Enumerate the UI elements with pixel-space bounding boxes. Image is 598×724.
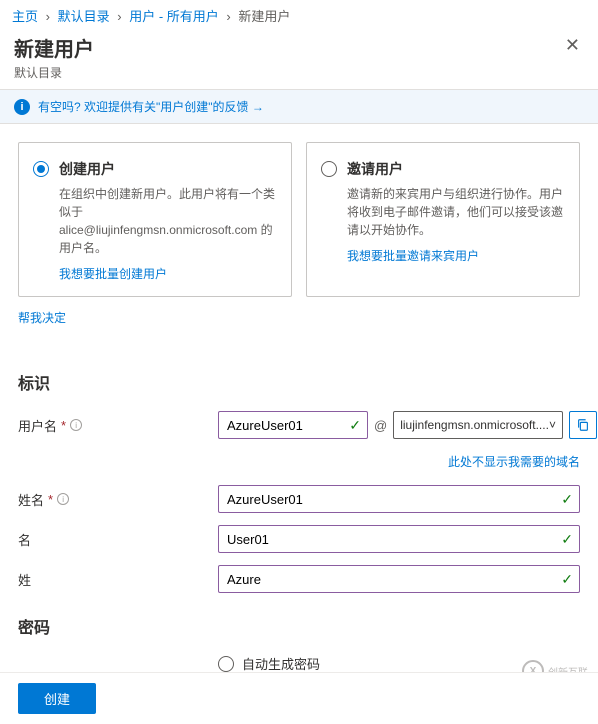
feedback-link[interactable]: 有空吗? 欢迎提供有关"用户创建"的反馈 → xyxy=(38,98,264,115)
username-input-wrap: ✓ xyxy=(218,411,368,439)
pwd-auto-label: 自动生成密码 xyxy=(242,654,320,673)
breadcrumb-current: 新建用户 xyxy=(238,9,290,24)
row-username: 用户名* i ✓ @ liujinfengmsn.onmicrosoft....… xyxy=(18,410,580,440)
breadcrumb-home[interactable]: 主页 xyxy=(12,9,38,24)
copy-button[interactable] xyxy=(569,411,597,439)
name-input[interactable] xyxy=(227,492,551,507)
radio-icon xyxy=(33,161,49,177)
invite-user-title: 邀请用户 xyxy=(347,159,565,179)
page-title: 新建用户 xyxy=(14,33,94,62)
check-icon: ✓ xyxy=(349,417,361,434)
close-icon[interactable]: ✕ xyxy=(561,33,584,58)
user-option-cards: 创建用户 在组织中创建新用户。此用户将有一个类似于 alice@liujinfe… xyxy=(18,142,580,297)
username-input[interactable] xyxy=(227,418,339,433)
chevron-down-icon: ˅ xyxy=(549,418,556,432)
create-user-desc: 在组织中创建新用户。此用户将有一个类似于 alice@liujinfengmsn… xyxy=(59,185,277,257)
page-header: 新建用户 默认目录 ✕ xyxy=(0,31,598,89)
check-icon: ✓ xyxy=(561,571,573,588)
breadcrumb-sep: › xyxy=(117,9,121,24)
label-name: 姓名* i xyxy=(18,490,218,509)
breadcrumb-directory[interactable]: 默认目录 xyxy=(58,9,110,24)
main-content: 创建用户 在组织中创建新用户。此用户将有一个类似于 alice@liujinfe… xyxy=(0,124,598,678)
row-givenname: 名 ✓ xyxy=(18,524,580,554)
label-username: 用户名* i xyxy=(18,416,218,435)
row-surname: 姓 ✓ xyxy=(18,564,580,594)
bulk-create-link[interactable]: 我想要批量创建用户 xyxy=(59,267,167,281)
givenname-input-wrap: ✓ xyxy=(218,525,580,553)
breadcrumb: 主页 › 默认目录 › 用户 - 所有用户 › 新建用户 xyxy=(0,0,598,31)
check-icon: ✓ xyxy=(561,531,573,548)
invite-user-desc: 邀请新的来宾用户与组织进行协作。用户将收到电子邮件邀请，他们可以接受该邀请以开始… xyxy=(347,185,565,239)
section-identity: 标识 xyxy=(18,370,580,394)
feedback-banner: i 有空吗? 欢迎提供有关"用户创建"的反馈 → xyxy=(0,89,598,124)
label-surname: 姓 xyxy=(18,570,218,589)
section-password: 密码 xyxy=(18,614,580,638)
create-button[interactable]: 创建 xyxy=(18,683,96,714)
name-input-wrap: ✓ xyxy=(218,485,580,513)
breadcrumb-sep: › xyxy=(226,9,230,24)
check-icon: ✓ xyxy=(561,491,573,508)
breadcrumb-sep: › xyxy=(46,9,50,24)
info-icon: i xyxy=(14,99,30,115)
radio-icon xyxy=(218,656,234,672)
row-name: 姓名* i ✓ xyxy=(18,484,580,514)
info-icon[interactable]: i xyxy=(70,419,82,431)
surname-input-wrap: ✓ xyxy=(218,565,580,593)
copy-icon xyxy=(576,418,590,432)
domain-text: liujinfengmsn.onmicrosoft.... xyxy=(400,418,549,432)
create-user-card[interactable]: 创建用户 在组织中创建新用户。此用户将有一个类似于 alice@liujinfe… xyxy=(18,142,292,297)
invite-user-card[interactable]: 邀请用户 邀请新的来宾用户与组织进行协作。用户将收到电子邮件邀请，他们可以接受该… xyxy=(306,142,580,297)
footer: 创建 xyxy=(0,672,598,724)
help-decide-link[interactable]: 帮我决定 xyxy=(18,309,66,326)
at-symbol: @ xyxy=(374,418,387,433)
domain-hint-link[interactable]: 此处不显示我需要的域名 xyxy=(448,455,580,469)
info-icon[interactable]: i xyxy=(57,493,69,505)
surname-input[interactable] xyxy=(227,572,551,587)
domain-select[interactable]: liujinfengmsn.onmicrosoft.... ˅ xyxy=(393,411,563,439)
label-givenname: 名 xyxy=(18,530,218,549)
create-user-title: 创建用户 xyxy=(59,159,277,179)
givenname-input[interactable] xyxy=(227,532,551,547)
bulk-invite-link[interactable]: 我想要批量邀请来宾用户 xyxy=(347,249,479,263)
page-subtitle: 默认目录 xyxy=(14,64,94,81)
radio-icon xyxy=(321,161,337,177)
breadcrumb-users[interactable]: 用户 - 所有用户 xyxy=(129,9,219,24)
